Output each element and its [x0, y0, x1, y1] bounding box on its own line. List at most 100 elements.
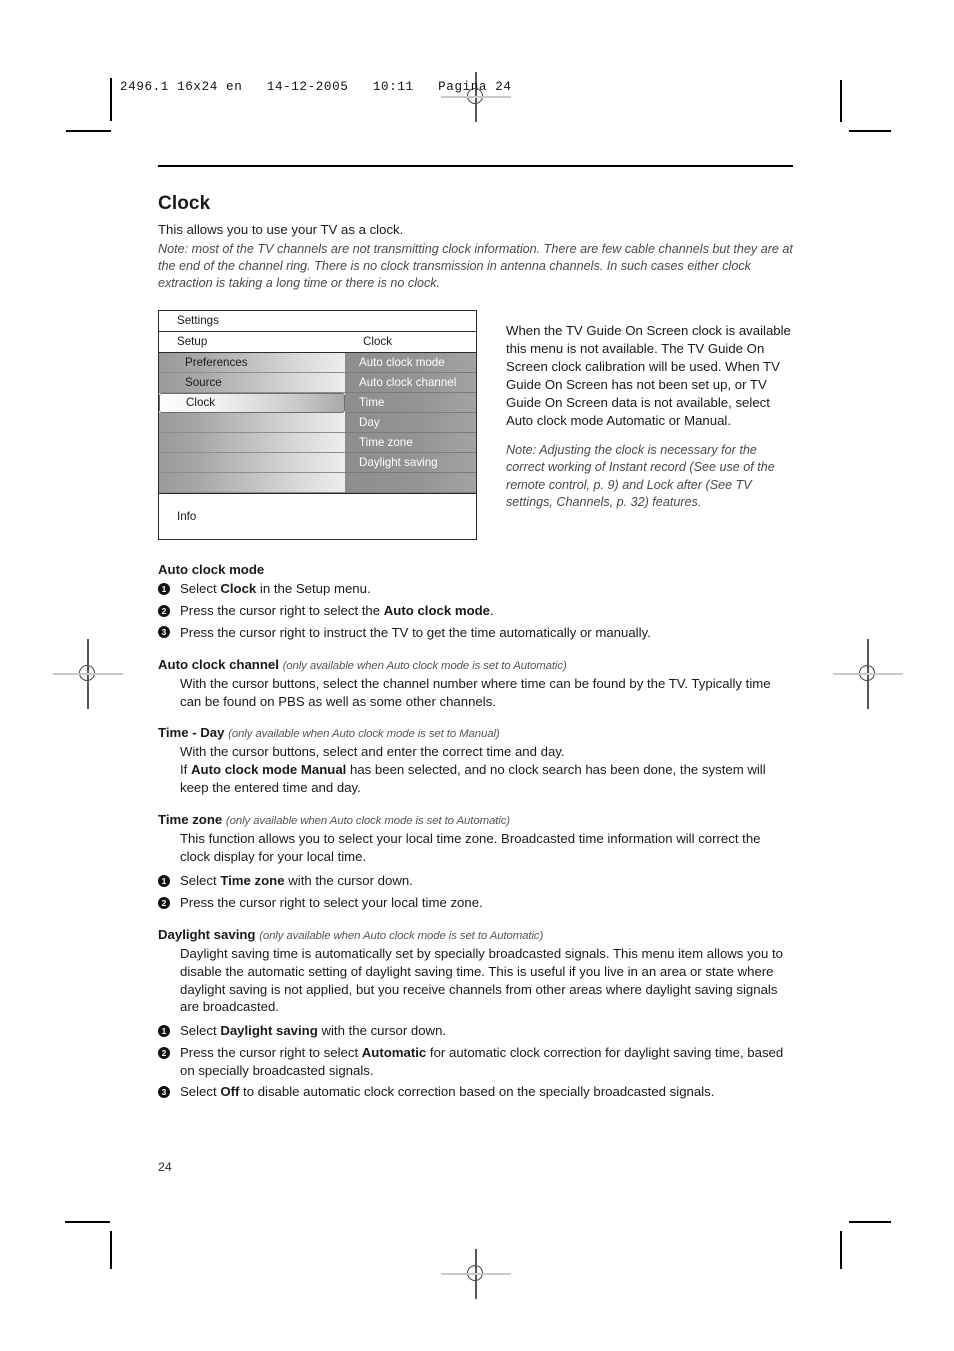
- section-body-line2-bold: Auto clock mode Manual: [191, 762, 347, 778]
- menu-left-blank-row: [159, 473, 345, 494]
- crop-mark-top-left-vertical: [110, 78, 112, 121]
- section-auto-clock-channel: Auto clock channel (only available when …: [158, 657, 793, 711]
- crop-mark-top-right-vertical: [840, 80, 842, 122]
- crop-mark-top-left-horizontal: [66, 130, 111, 132]
- registration-horizontal: [441, 1273, 511, 1275]
- section-condition: (only available when Auto clock mode is …: [228, 728, 500, 741]
- step-text-bold: Off: [220, 1084, 240, 1100]
- menu-item-day[interactable]: Day: [345, 413, 476, 434]
- intro-text: This allows you to use your TV as a cloc…: [158, 222, 404, 238]
- section-heading-text: Auto clock channel: [158, 656, 279, 672]
- section-time-day: Time - Day (only available when Auto clo…: [158, 725, 793, 797]
- menu-item-source[interactable]: Source: [159, 373, 345, 394]
- registration-mark-left: [53, 639, 123, 709]
- step-text-post: with the cursor down.: [317, 1023, 447, 1039]
- list-item: 2 Press the cursor right to select your l…: [158, 894, 793, 912]
- registration-horizontal: [833, 673, 903, 675]
- section-body: With the cursor buttons, select and ente…: [180, 743, 793, 797]
- menu-item-clock-selected[interactable]: Clock: [159, 393, 345, 414]
- list-item: 3 Select Off to disable automatic clock c…: [158, 1083, 793, 1101]
- menu-left-blank-row: [159, 413, 345, 434]
- list-item: 1 Select Daylight saving with the cursor …: [158, 1022, 793, 1040]
- step-text-post: to disable automatic clock correction ba…: [239, 1084, 715, 1100]
- menu-left-blank-row: [159, 453, 345, 474]
- list-item: 3 Press the cursor right to instruct the …: [158, 624, 793, 642]
- step-text-pre: Select: [180, 1023, 221, 1039]
- step-text-pre: Press the cursor right to instruct the T…: [180, 624, 651, 640]
- menu-item-auto-clock-channel[interactable]: Auto clock channel: [345, 373, 476, 394]
- crop-mark-bottom-right-horizontal: [849, 1221, 891, 1223]
- side-note: Note: Adjusting the clock is necessary f…: [506, 443, 775, 509]
- tv-settings-menu[interactable]: Settings Setup Clock Preferences Source …: [158, 310, 477, 541]
- tv-menu-wrapper: Settings Setup Clock Preferences Source …: [158, 310, 478, 541]
- section-daylight-saving: Daylight saving (only available when Aut…: [158, 927, 793, 1102]
- crop-mark-bottom-left-horizontal: [65, 1221, 110, 1223]
- registration-mark-bottom: [441, 1249, 511, 1299]
- section-body: Daylight saving time is automatically se…: [180, 945, 783, 1015]
- step-text-bold: Automatic: [361, 1045, 427, 1061]
- step-number-icon: 2: [158, 896, 170, 909]
- step-number-icon: 3: [158, 626, 170, 639]
- section-auto-clock-mode: Auto clock mode 1 Select Clock in the Set…: [158, 562, 793, 641]
- menu-item-auto-clock-mode[interactable]: Auto clock mode: [345, 353, 476, 374]
- page-number: 24: [158, 1160, 172, 1174]
- step-list: 1 Select Daylight saving with the cursor …: [158, 1022, 793, 1101]
- menu-right-blank-row: [345, 473, 476, 494]
- menu-column-header-clock: Clock: [363, 335, 392, 349]
- registration-horizontal: [441, 96, 511, 98]
- menu-info-panel: Info: [159, 493, 476, 540]
- section-heading: Daylight saving (only available when Aut…: [158, 927, 793, 942]
- step-number-icon: 3: [158, 1086, 170, 1099]
- menu-title: Settings: [177, 314, 219, 328]
- menu-item-time-zone[interactable]: Time zone: [345, 433, 476, 454]
- step-text-bold: Daylight saving: [220, 1023, 318, 1039]
- crop-mark-bottom-right-vertical: [840, 1231, 842, 1269]
- list-item: 1 Select Time zone with the cursor down.: [158, 872, 793, 890]
- section-heading: Time zone (only available when Auto cloc…: [158, 812, 793, 827]
- menu-right-column: Auto clock mode Auto clock channel Time …: [345, 353, 476, 494]
- step-text-pre: Select: [180, 581, 221, 597]
- section-time-zone: Time zone (only available when Auto cloc…: [158, 812, 793, 911]
- list-item: 2 Press the cursor right to select the Au…: [158, 602, 793, 620]
- section-heading-text: Daylight saving: [158, 926, 256, 942]
- side-text-column: When the TV Guide On Screen clock is ava…: [478, 310, 793, 511]
- menu-item-time[interactable]: Time: [345, 393, 476, 414]
- step-text-pre: Press the cursor right to select: [180, 1045, 362, 1061]
- section-body: This function allows you to select your …: [180, 831, 761, 865]
- menu-column-header-setup: Setup: [177, 335, 208, 349]
- menu-column-headers: Setup Clock: [159, 332, 476, 354]
- page-title: Clock: [158, 193, 211, 215]
- registration-mark-right: [833, 639, 903, 709]
- menu-title-spacer: [345, 311, 476, 331]
- step-text-post: .: [490, 603, 494, 619]
- step-text-bold: Auto clock mode: [383, 603, 491, 619]
- section-condition: (only available when Auto clock mode is …: [259, 929, 544, 942]
- list-item: 2 Press the cursor right to select Automa…: [158, 1044, 793, 1079]
- section-condition: (only available when Auto clock mode is …: [282, 659, 567, 672]
- section-heading: Time - Day (only available when Auto clo…: [158, 725, 793, 740]
- menu-body: Preferences Source Clock Auto clock mode…: [159, 353, 476, 494]
- step-list: 1 Select Clock in the Setup menu. 2 Press …: [158, 580, 793, 641]
- step-number-icon: 1: [158, 1025, 170, 1037]
- menu-and-sidetext-row: Settings Setup Clock Preferences Source …: [158, 310, 793, 541]
- section-body: With the cursor buttons, select the chan…: [180, 675, 771, 709]
- step-text-bold: Clock: [220, 581, 257, 597]
- menu-item-daylight-saving[interactable]: Daylight saving: [345, 453, 476, 474]
- registration-horizontal: [53, 673, 123, 675]
- step-text-post: in the Setup menu.: [256, 581, 371, 597]
- intro-note: Note: most of the TV channels are not tr…: [158, 241, 793, 291]
- header-rule: [158, 165, 793, 168]
- section-heading: Auto clock mode: [158, 562, 265, 578]
- step-number-icon: 1: [158, 583, 170, 596]
- step-list: 1 Select Time zone with the cursor down. …: [158, 872, 793, 911]
- crop-mark-bottom-left-vertical: [110, 1231, 112, 1269]
- print-job-header: 2496.1 16x24 en 14-12-2005 10:11 Pagina …: [120, 80, 512, 94]
- step-text-post: with the cursor down.: [284, 873, 413, 889]
- section-heading: Auto clock channel (only available when …: [158, 657, 793, 672]
- page-content: Clock This allows you to use your TV as …: [158, 165, 793, 1116]
- menu-item-preferences[interactable]: Preferences: [159, 353, 345, 374]
- step-text-pre: Press the cursor right to select the: [180, 603, 384, 619]
- section-heading-text: Time zone: [158, 812, 223, 828]
- menu-left-column: Preferences Source Clock: [159, 353, 345, 494]
- instruction-sections: Auto clock mode 1 Select Clock in the Set…: [158, 562, 793, 1101]
